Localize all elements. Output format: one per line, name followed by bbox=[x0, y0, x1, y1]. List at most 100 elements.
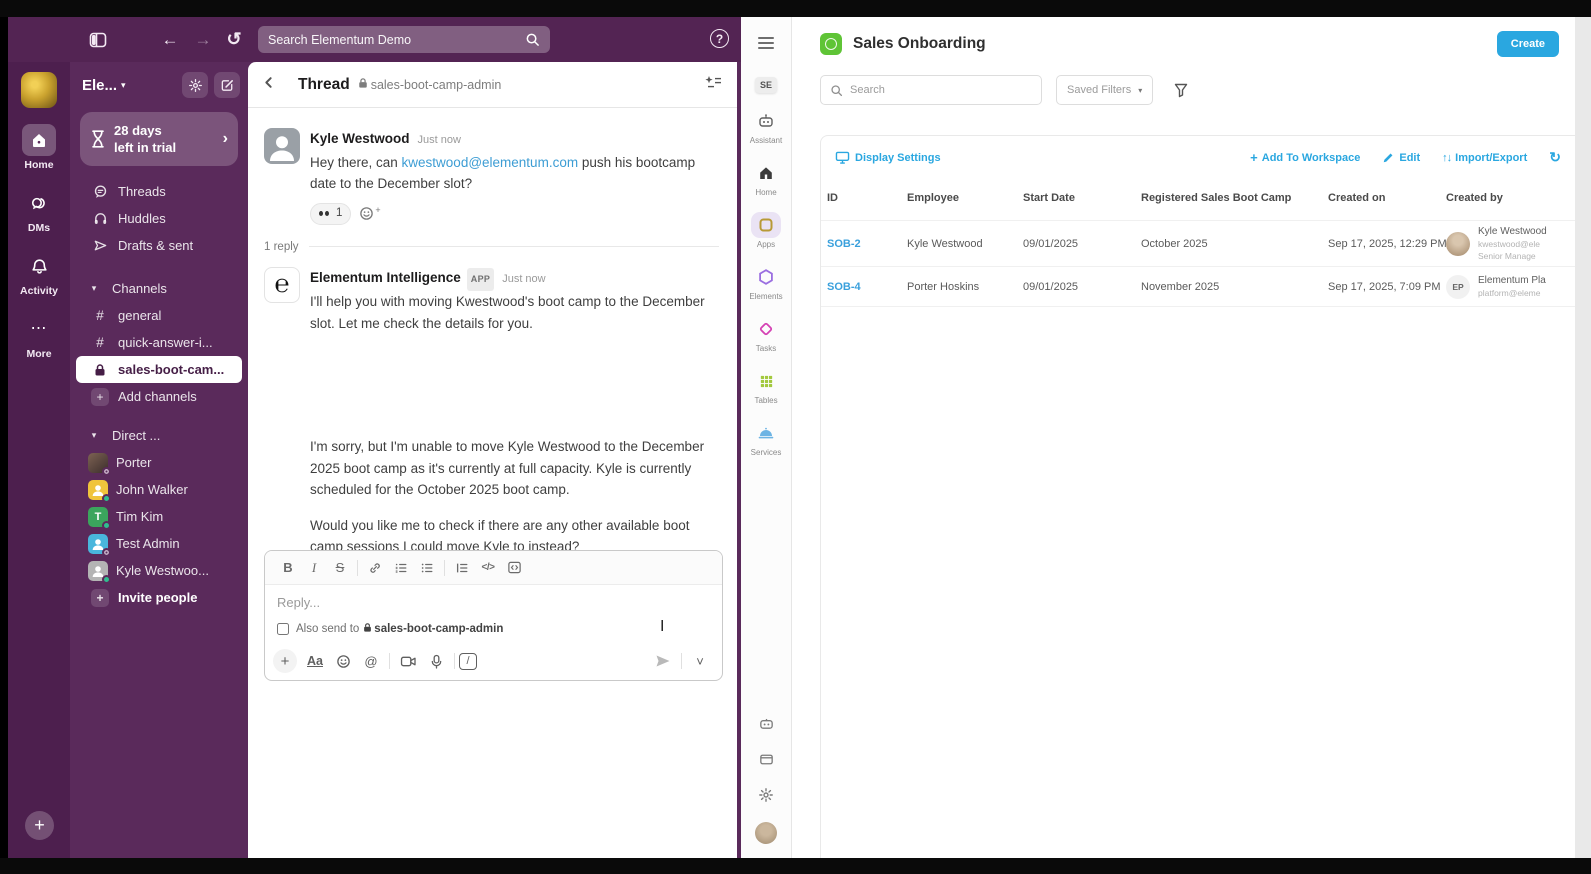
window-icon[interactable] bbox=[758, 751, 775, 773]
sidebar-toggle-icon[interactable] bbox=[84, 26, 112, 54]
add-to-workspace-button[interactable]: + Add To Workspace bbox=[1250, 150, 1360, 165]
shortcuts-button[interactable]: / bbox=[459, 653, 477, 670]
display-settings-button[interactable]: Display Settings bbox=[835, 151, 941, 164]
channels-section-header[interactable]: ▾ Channels bbox=[70, 275, 248, 302]
dm-tim-kim[interactable]: T Tim Kim bbox=[76, 503, 242, 530]
workspace-badge[interactable]: SE bbox=[755, 77, 777, 93]
table-search[interactable] bbox=[820, 75, 1042, 105]
rail-item-elements[interactable]: Elements bbox=[749, 264, 782, 301]
table-search-input[interactable] bbox=[850, 84, 1032, 96]
attach-plus-button[interactable]: + bbox=[273, 649, 297, 673]
dm-john-walker[interactable]: John Walker bbox=[76, 476, 242, 503]
col-header-id[interactable]: ID bbox=[827, 192, 907, 204]
dm-section-header[interactable]: ▾ Direct ... bbox=[70, 422, 248, 449]
refresh-icon[interactable]: ↻ bbox=[1549, 149, 1561, 166]
edit-button[interactable]: Edit bbox=[1382, 152, 1420, 164]
compose-icon[interactable] bbox=[214, 72, 240, 98]
mention-button[interactable]: @ bbox=[357, 648, 385, 674]
assistant-bot-icon[interactable] bbox=[758, 715, 775, 737]
dm-test-admin[interactable]: Test Admin bbox=[76, 530, 242, 557]
ordered-list-button[interactable] bbox=[388, 556, 414, 580]
avatar[interactable] bbox=[264, 128, 300, 164]
also-send-checkbox[interactable] bbox=[277, 623, 289, 635]
dm-porter[interactable]: Porter bbox=[76, 449, 242, 476]
workspace-avatar[interactable] bbox=[21, 72, 57, 108]
emoji-button[interactable] bbox=[329, 648, 357, 674]
table-row[interactable]: SOB-4 Porter Hoskins 09/01/2025 November… bbox=[821, 266, 1575, 306]
user-avatar[interactable] bbox=[755, 822, 777, 844]
message-timestamp[interactable]: Just now bbox=[418, 130, 461, 152]
record-id-link[interactable]: SOB-2 bbox=[827, 238, 907, 250]
reply-input-area[interactable] bbox=[265, 585, 722, 614]
message-author[interactable]: Elementum Intelligence bbox=[310, 267, 461, 289]
import-export-button[interactable]: ↑↓ Import/Export bbox=[1442, 152, 1527, 164]
saved-filters-dropdown[interactable]: Saved Filters ▾ bbox=[1056, 75, 1153, 105]
workspace-search-input[interactable] bbox=[268, 33, 525, 47]
create-button[interactable]: Create bbox=[1497, 31, 1559, 57]
add-channels-button[interactable]: + Add channels bbox=[76, 383, 242, 410]
thread-channel[interactable]: sales-boot-camp-admin bbox=[358, 77, 502, 92]
col-header-start-date[interactable]: Start Date bbox=[1023, 192, 1141, 204]
rail-item-tasks[interactable]: Tasks bbox=[751, 316, 781, 353]
code-button[interactable]: </> bbox=[475, 556, 501, 580]
col-header-employee[interactable]: Employee bbox=[907, 192, 1023, 204]
workspace-search[interactable] bbox=[258, 26, 550, 53]
italic-button[interactable]: I bbox=[301, 556, 327, 580]
strikethrough-button[interactable]: S bbox=[327, 556, 353, 580]
sidebar-item-threads[interactable]: Threads bbox=[76, 178, 242, 205]
reply-input[interactable] bbox=[277, 595, 710, 610]
workspace-name[interactable]: Ele... bbox=[82, 77, 117, 94]
email-link[interactable]: kwestwood@elementum.com bbox=[402, 155, 579, 170]
filter-funnel-icon[interactable] bbox=[1173, 82, 1189, 98]
back-chevron-icon[interactable] bbox=[262, 76, 284, 94]
eyes-reaction-pill[interactable]: 1 bbox=[310, 203, 351, 225]
rail-item-apps[interactable]: Apps bbox=[751, 212, 781, 249]
gear-icon[interactable] bbox=[182, 72, 208, 98]
scrollbar[interactable] bbox=[1575, 17, 1591, 858]
table-row[interactable]: SOB-2 Kyle Westwood 09/01/2025 October 2… bbox=[821, 220, 1575, 266]
bold-button[interactable]: B bbox=[275, 556, 301, 580]
elementum-bot-avatar[interactable]: ℮ bbox=[264, 267, 300, 303]
rail-item-tables[interactable]: Tables bbox=[751, 368, 781, 405]
rail-item-services[interactable]: Services bbox=[751, 420, 782, 457]
send-button[interactable] bbox=[649, 648, 677, 674]
message-author[interactable]: Kyle Westwood bbox=[310, 128, 410, 150]
sidebar-item-drafts[interactable]: Drafts & sent bbox=[76, 232, 242, 259]
col-header-boot-camp[interactable]: Registered Sales Boot Camp bbox=[1141, 192, 1328, 204]
channel-general[interactable]: # general bbox=[76, 302, 242, 329]
code-block-button[interactable] bbox=[501, 556, 527, 580]
rail-item-home[interactable]: Home bbox=[22, 124, 56, 171]
blockquote-button[interactable] bbox=[449, 556, 475, 580]
rail-item-home[interactable]: Home bbox=[751, 160, 781, 197]
add-reaction-icon[interactable]: + bbox=[359, 206, 380, 222]
sidebar-item-huddles[interactable]: Huddles bbox=[76, 205, 242, 232]
link-button[interactable] bbox=[362, 556, 388, 580]
dm-kyle-westwood[interactable]: Kyle Westwoo... bbox=[76, 557, 242, 584]
thread-settings-icon[interactable] bbox=[704, 75, 723, 95]
rail-item-assistant[interactable]: Assistant bbox=[750, 108, 782, 145]
add-workspace-button[interactable]: + bbox=[25, 811, 54, 840]
trial-banner[interactable]: 28 days left in trial › bbox=[80, 112, 238, 166]
history-icon[interactable]: ↺ bbox=[220, 26, 248, 54]
col-header-created-by[interactable]: Created by bbox=[1446, 192, 1575, 204]
col-header-created-on[interactable]: Created on bbox=[1328, 192, 1446, 204]
forward-icon[interactable]: → bbox=[189, 26, 217, 54]
help-icon[interactable]: ? bbox=[710, 29, 729, 48]
record-id-link[interactable]: SOB-4 bbox=[827, 281, 907, 293]
video-button[interactable] bbox=[394, 648, 422, 674]
text-format-button[interactable]: Aa bbox=[301, 648, 329, 674]
channel-quick-answer[interactable]: # quick-answer-i... bbox=[76, 329, 242, 356]
rail-item-more[interactable]: ⋯ More bbox=[22, 313, 56, 360]
invite-people-button[interactable]: + Invite people bbox=[76, 584, 242, 611]
menu-icon[interactable] bbox=[758, 37, 774, 49]
reply-composer[interactable]: B I S </ bbox=[264, 550, 723, 681]
back-icon[interactable]: ← bbox=[156, 26, 184, 54]
microphone-button[interactable] bbox=[422, 648, 450, 674]
channel-sales-boot-camp[interactable]: sales-boot-cam... bbox=[76, 356, 242, 383]
rail-item-activity[interactable]: Activity bbox=[20, 250, 58, 297]
message-timestamp[interactable]: Just now bbox=[502, 269, 545, 291]
rail-item-dms[interactable]: DMs bbox=[22, 187, 56, 234]
bulleted-list-button[interactable] bbox=[414, 556, 440, 580]
settings-gear-icon[interactable] bbox=[758, 787, 774, 808]
send-options-caret[interactable]: ˅ bbox=[686, 648, 714, 674]
